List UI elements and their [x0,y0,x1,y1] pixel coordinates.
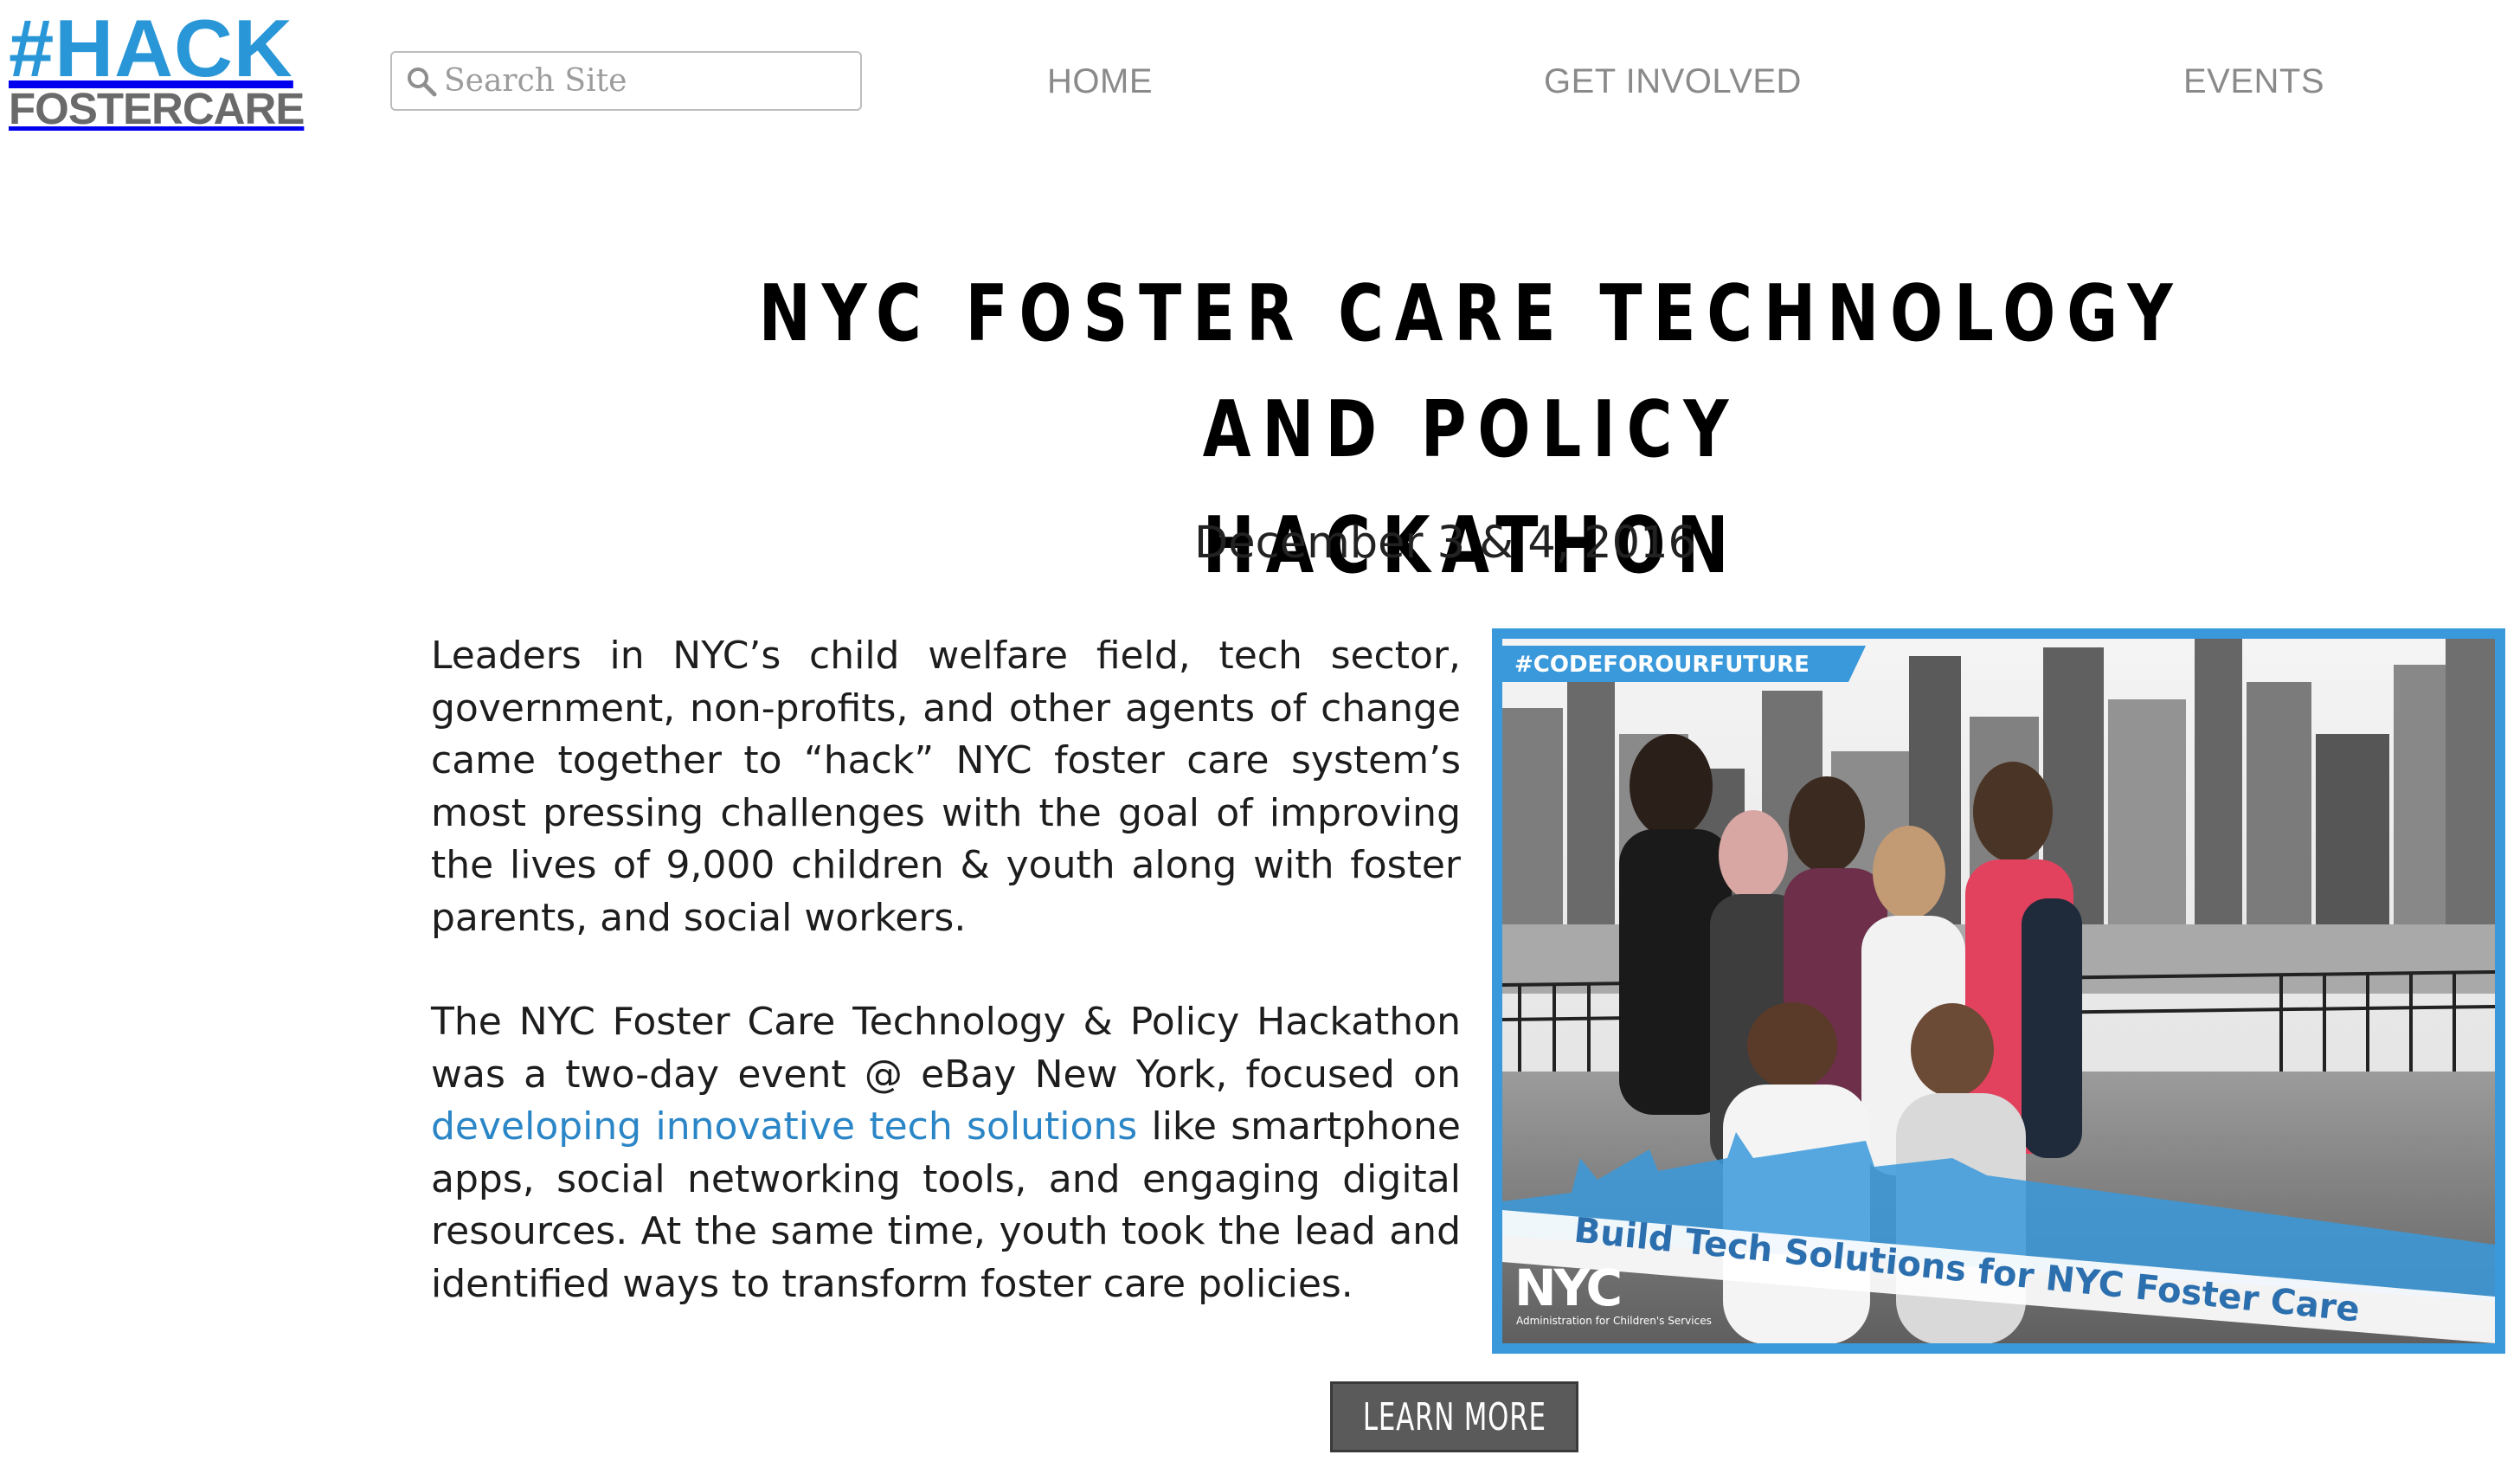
nyc-logo-text: NYC [1514,1258,1620,1317]
learn-more-button[interactable]: LEARN MORE [1330,1381,1578,1452]
site-search[interactable] [390,51,862,111]
agency-caption: Administration for Children's Services [1516,1315,1712,1327]
event-description: Leaders in NYC’s child welfare field, te… [431,630,1461,1310]
details-paragraph: The NYC Foster Care Technology & Policy … [431,996,1461,1310]
nav-get-involved[interactable]: GET INVOLVED [1544,62,1802,101]
nav-home[interactable]: HOME [1047,62,1153,101]
page-title-line1: NYC FOSTER CARE TECHNOLOGY AND POLICY [758,268,2184,475]
event-date: December 3 & 4, 2016 [1194,518,1696,569]
tech-solutions-link[interactable]: developing innovative tech solutions [431,1104,1137,1149]
hashtag-label: #CODEFOROURFUTURE [1514,652,1810,678]
details-text-before: The NYC Foster Care Technology & Policy … [431,1000,1461,1097]
hero-image[interactable]: #CODEFOROURFUTURE Build Tech Solutions f… [1492,628,2505,1354]
search-input[interactable] [444,53,860,109]
logo-fostercare-text: FOSTERCARE [9,84,305,133]
search-icon [408,67,437,96]
logo-hack-text: #HACK [9,3,293,93]
site-logo[interactable]: #HACK FOSTERCARE [9,3,329,133]
nav-events[interactable]: EVENTS [2183,62,2324,101]
learn-more-label: LEARN MORE [1362,1394,1546,1439]
intro-paragraph: Leaders in NYC’s child welfare field, te… [431,634,1461,940]
hero-photo: #CODEFOROURFUTURE Build Tech Solutions f… [1502,639,2495,1343]
